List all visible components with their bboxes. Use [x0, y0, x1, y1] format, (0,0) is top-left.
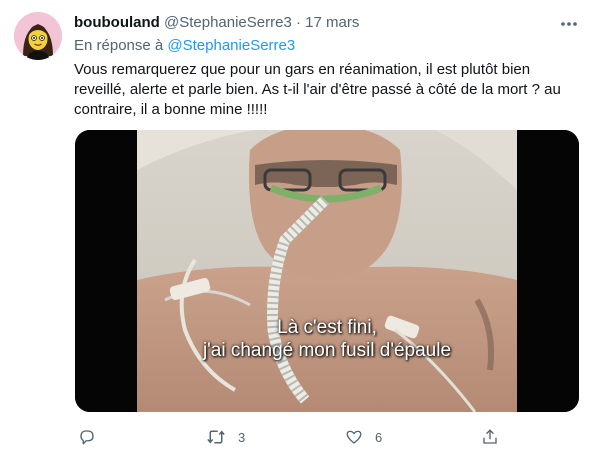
user-handle[interactable]: @StephanieSerre3 [164, 14, 292, 31]
subtitle-line: j'ai changé mon fusil d'épaule [202, 340, 452, 361]
tweet-text: Vous remarquerez que pour un gars en réa… [74, 60, 579, 120]
reply-button[interactable] [78, 427, 96, 447]
avatar[interactable] [14, 12, 62, 60]
reply-context: En réponse à @StephanieSerre3 [74, 36, 295, 56]
avatar-illustration [14, 12, 62, 60]
reply-prefix: En réponse à [74, 37, 164, 54]
reply-icon [80, 430, 94, 445]
reply-handle-link[interactable]: @StephanieSerre3 [167, 37, 295, 54]
tweet-text-line: reveillé, alerte et parle bien. As t-il … [74, 81, 561, 98]
like-icon [346, 430, 362, 444]
share-button[interactable] [481, 427, 499, 447]
tweet-actions: 3 6 [75, 427, 579, 447]
tweet-date[interactable]: 17 mars [305, 14, 359, 31]
like-count: 6 [375, 429, 383, 445]
share-icon [483, 429, 497, 444]
video-frame [75, 130, 579, 412]
retweet-button[interactable]: 3 [206, 427, 245, 447]
separator: · [295, 14, 301, 31]
retweet-icon [207, 430, 225, 444]
display-name[interactable]: boubouland [74, 14, 160, 31]
more-options-button[interactable] [559, 14, 579, 34]
tweet-text-line: Vous remarquerez que pour un gars en réa… [74, 61, 531, 78]
tweet-header: boubouland @StephanieSerre3 · 17 mars [74, 13, 553, 33]
subtitle-line: Là c'est fini, [277, 317, 377, 338]
like-button[interactable]: 6 [345, 427, 382, 447]
retweet-count: 3 [238, 429, 246, 445]
more-horizontal-icon [561, 22, 577, 26]
tweet: boubouland @StephanieSerre3 · 17 mars En… [0, 0, 593, 459]
video-subtitles: Là c'est fini, j'ai changé mon fusil d'é… [75, 316, 579, 362]
tweet-text-line: contraire, il a bonne mine !!!!! [74, 101, 268, 118]
video-media[interactable]: Là c'est fini, j'ai changé mon fusil d'é… [75, 130, 579, 412]
